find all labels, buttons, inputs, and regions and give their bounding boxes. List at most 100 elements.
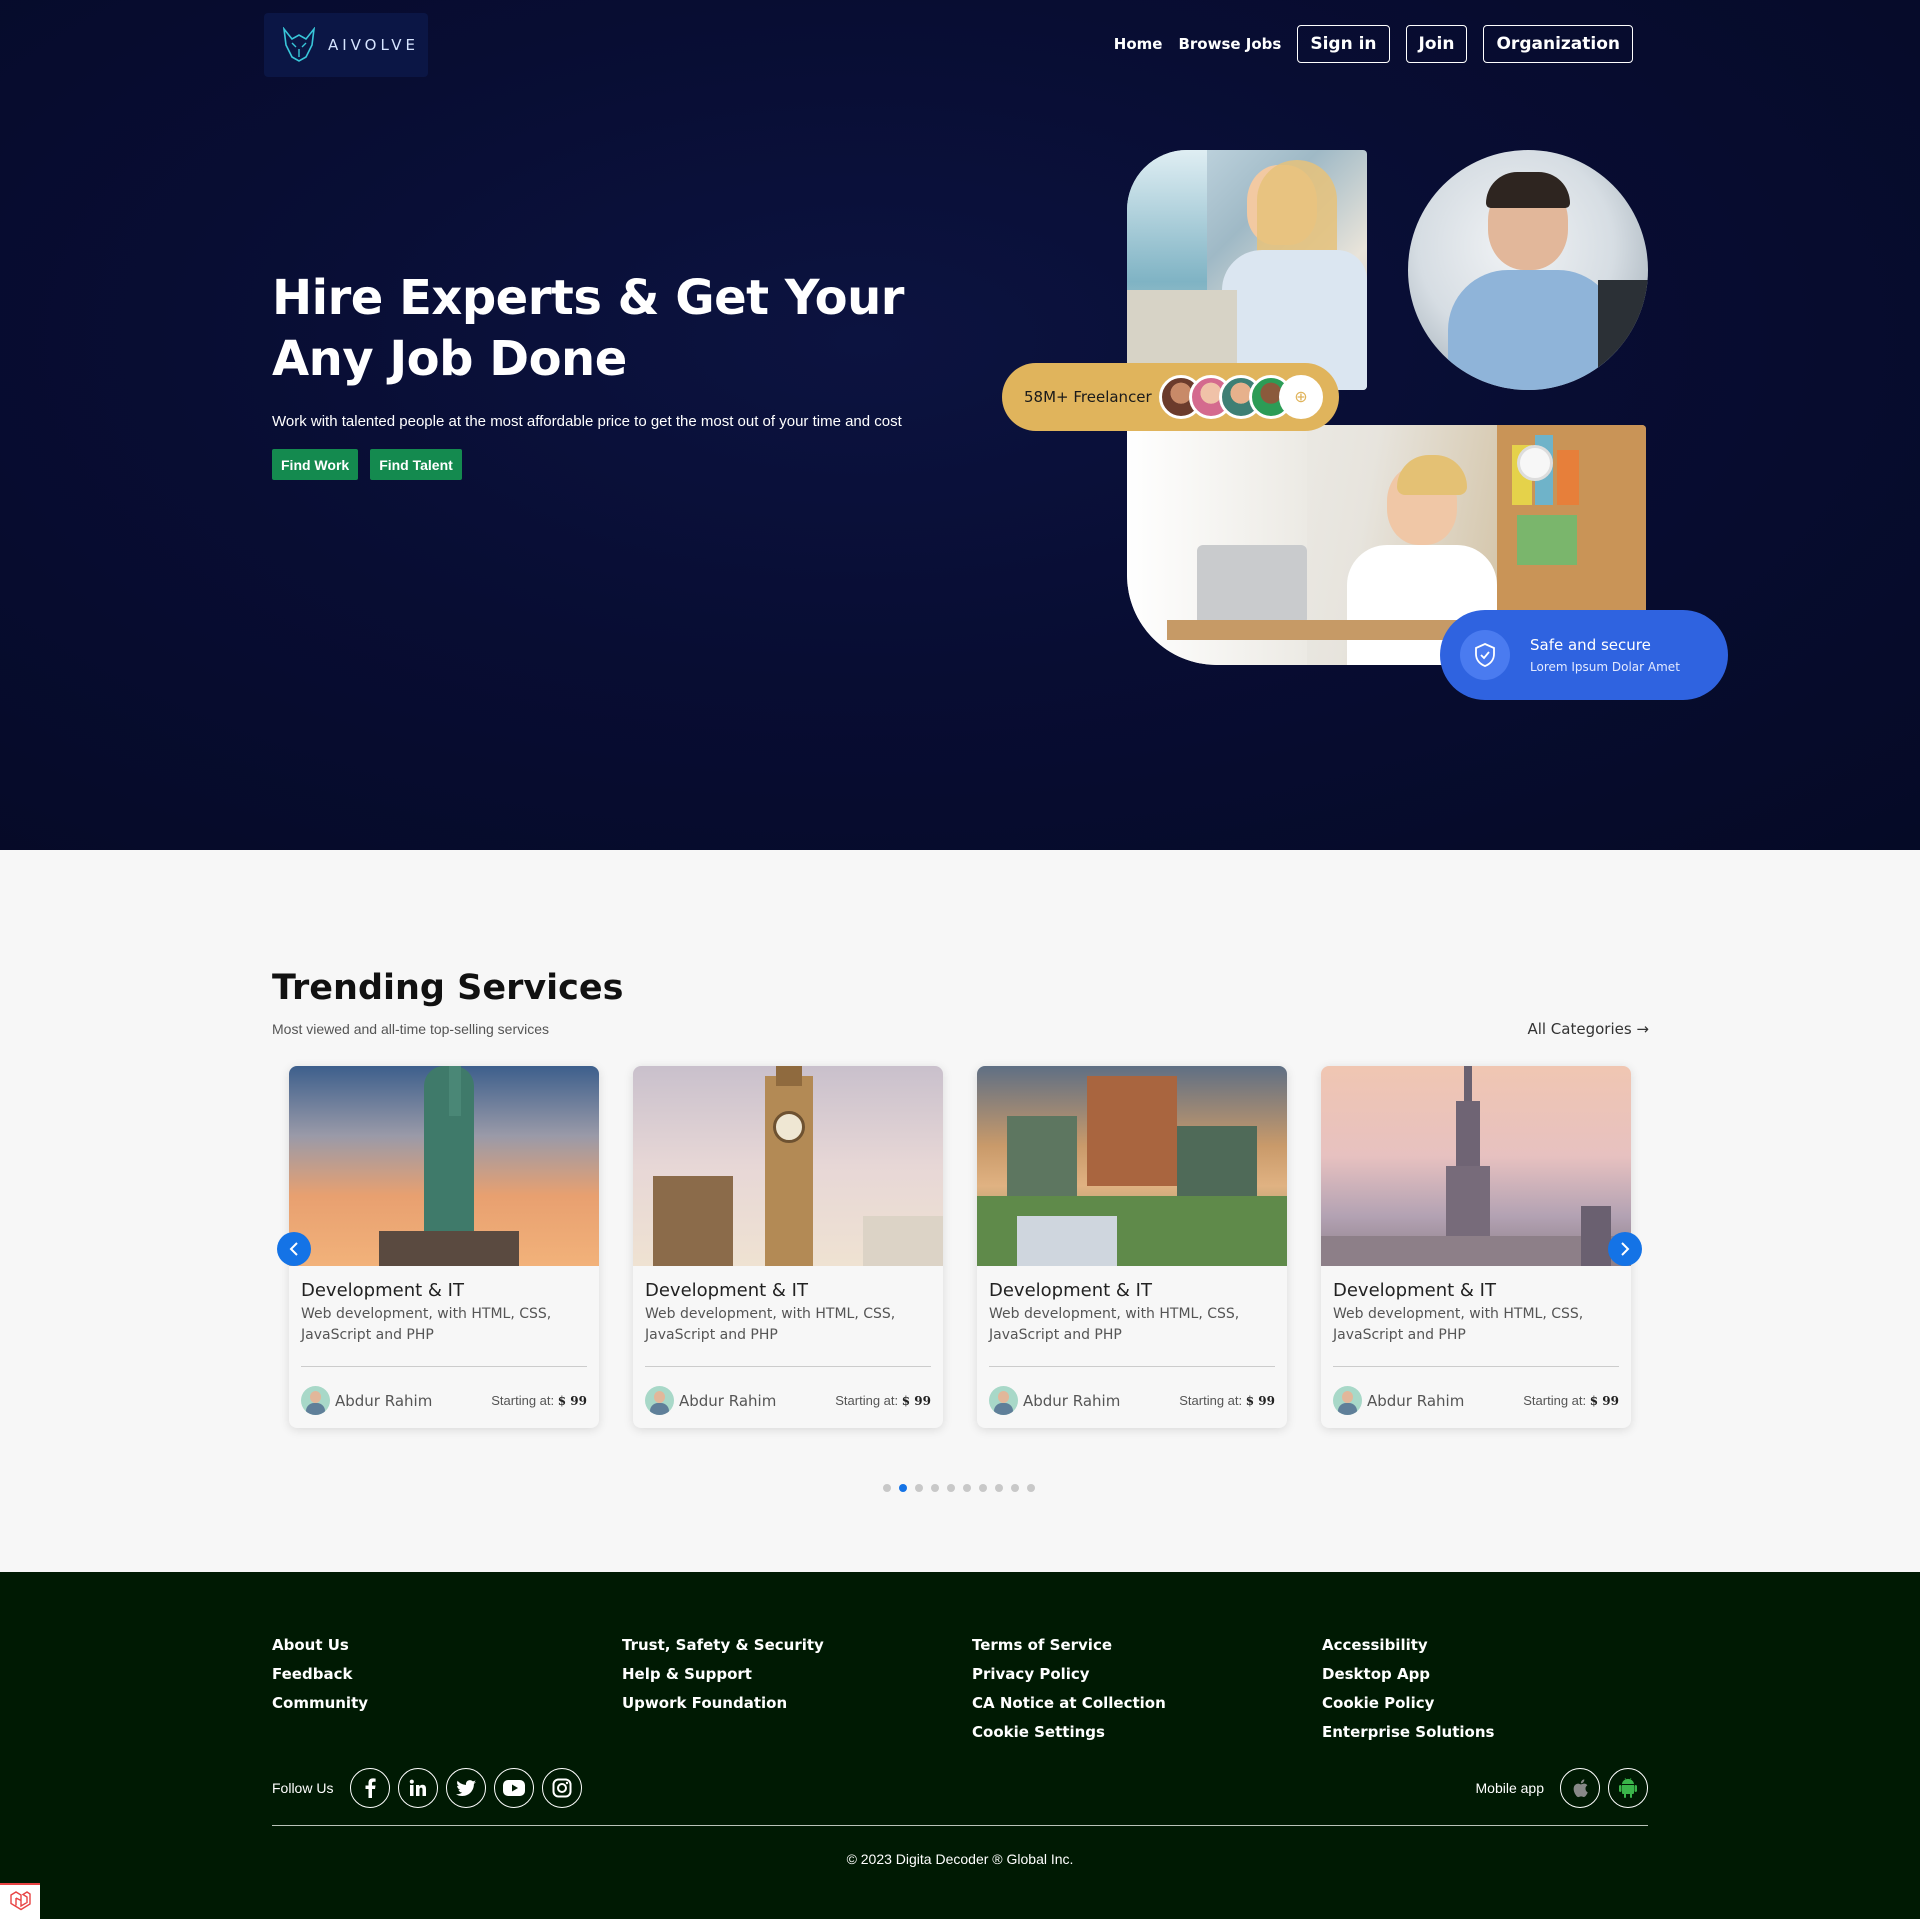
copyright: © 2023 Digita Decoder ® Global Inc. bbox=[846, 1851, 1074, 1867]
author-avatar bbox=[989, 1386, 1018, 1415]
price-label: Starting at: bbox=[491, 1393, 555, 1408]
footer-link-community[interactable]: Community bbox=[272, 1694, 368, 1712]
youtube-icon[interactable] bbox=[494, 1768, 535, 1808]
logo[interactable]: AIVOLVE bbox=[264, 13, 428, 77]
pagination-dot[interactable] bbox=[979, 1484, 987, 1492]
service-price: Starting at: $ 99 bbox=[491, 1393, 587, 1408]
footer-link-cookie-settings[interactable]: Cookie Settings bbox=[972, 1723, 1166, 1741]
android-icon[interactable] bbox=[1608, 1768, 1648, 1808]
pagination-dot[interactable] bbox=[963, 1484, 971, 1492]
service-title: Development & IT bbox=[301, 1280, 464, 1301]
price-label: Starting at: bbox=[835, 1393, 899, 1408]
facebook-icon[interactable] bbox=[350, 1768, 391, 1808]
chevron-right-icon bbox=[1621, 1242, 1630, 1256]
footer-column-4: Accessibility Desktop App Cookie Policy … bbox=[1322, 1636, 1494, 1741]
footer-link-ca-notice[interactable]: CA Notice at Collection bbox=[972, 1694, 1166, 1712]
price-label: Starting at: bbox=[1179, 1393, 1243, 1408]
pagination-dot[interactable] bbox=[1011, 1484, 1019, 1492]
freelancer-count-badge: 58M+ Freelancer ⊕ bbox=[1002, 363, 1339, 431]
carousel-prev-button[interactable] bbox=[277, 1232, 311, 1266]
footer-link-cookie-policy[interactable]: Cookie Policy bbox=[1322, 1694, 1494, 1712]
service-title: Development & IT bbox=[645, 1280, 808, 1301]
linkedin-icon[interactable] bbox=[398, 1768, 439, 1808]
twitter-icon[interactable] bbox=[446, 1768, 487, 1808]
footer-link-upwork-foundation[interactable]: Upwork Foundation bbox=[622, 1694, 824, 1712]
author-avatar bbox=[645, 1386, 674, 1415]
pagination-dot[interactable] bbox=[931, 1484, 939, 1492]
service-card[interactable]: Development & IT Web development, with H… bbox=[633, 1066, 943, 1428]
secure-subtitle: Lorem Ipsum Dolar Amet bbox=[1530, 660, 1680, 674]
service-image-big-ben bbox=[633, 1066, 943, 1266]
find-talent-button[interactable]: Find Talent bbox=[370, 449, 462, 480]
service-image-statue-of-liberty bbox=[289, 1066, 599, 1266]
nav-browse-jobs-link[interactable]: Browse Jobs bbox=[1178, 35, 1281, 53]
mobile-app: Mobile app bbox=[1475, 1768, 1648, 1808]
service-card[interactable]: Development & IT Web development, with H… bbox=[1321, 1066, 1631, 1428]
hero-photo-man-glasses bbox=[1408, 150, 1648, 390]
footer-link-help-support[interactable]: Help & Support bbox=[622, 1665, 824, 1683]
card-divider bbox=[301, 1366, 587, 1367]
add-freelancer-icon[interactable]: ⊕ bbox=[1279, 375, 1323, 419]
trending-title: Trending Services bbox=[272, 968, 624, 1008]
chevron-left-icon bbox=[289, 1242, 298, 1256]
service-author[interactable]: Abdur Rahim bbox=[645, 1386, 776, 1415]
card-divider bbox=[989, 1366, 1275, 1367]
service-description: Web development, with HTML, CSS, JavaScr… bbox=[645, 1306, 896, 1343]
find-work-button[interactable]: Find Work bbox=[272, 449, 359, 480]
hero-title: Hire Experts & Get Your Any Job Done bbox=[272, 270, 904, 387]
top-nav: Home Browse Jobs Sign in Join Organizati… bbox=[1114, 25, 1633, 63]
service-title: Development & IT bbox=[1333, 1280, 1496, 1301]
service-author[interactable]: Abdur Rahim bbox=[1333, 1386, 1464, 1415]
card-divider bbox=[1333, 1366, 1619, 1367]
mobile-app-label: Mobile app bbox=[1475, 1780, 1545, 1796]
safe-secure-card: Safe and secure Lorem Ipsum Dolar Amet bbox=[1440, 610, 1728, 700]
service-author[interactable]: Abdur Rahim bbox=[301, 1386, 432, 1415]
organization-button[interactable]: Organization bbox=[1483, 25, 1633, 63]
trending-subtitle: Most viewed and all-time top-selling ser… bbox=[272, 1021, 549, 1037]
service-title: Development & IT bbox=[989, 1280, 1152, 1301]
service-card[interactable]: Development & IT Web development, with H… bbox=[289, 1066, 599, 1428]
footer-column-1: About Us Feedback Community bbox=[272, 1636, 368, 1712]
hero-actions: Find Work Find Talent bbox=[272, 449, 462, 480]
pagination-dot[interactable] bbox=[1027, 1484, 1035, 1492]
footer-link-feedback[interactable]: Feedback bbox=[272, 1665, 368, 1683]
pagination-dot[interactable] bbox=[947, 1484, 955, 1492]
service-price: Starting at: $ 99 bbox=[1179, 1393, 1275, 1408]
footer-link-terms[interactable]: Terms of Service bbox=[972, 1636, 1166, 1654]
service-card[interactable]: Development & IT Web development, with H… bbox=[977, 1066, 1287, 1428]
laravel-icon[interactable] bbox=[0, 1883, 40, 1919]
nav-home-link[interactable]: Home bbox=[1114, 35, 1163, 53]
pagination-dot[interactable] bbox=[915, 1484, 923, 1492]
author-name: Abdur Rahim bbox=[679, 1391, 777, 1410]
price-value: $ 99 bbox=[1245, 1394, 1275, 1408]
footer-link-enterprise[interactable]: Enterprise Solutions bbox=[1322, 1723, 1494, 1741]
carousel-next-button[interactable] bbox=[1608, 1232, 1642, 1266]
footer-link-about-us[interactable]: About Us bbox=[272, 1636, 368, 1654]
pagination-dot[interactable] bbox=[883, 1484, 891, 1492]
all-categories-link[interactable]: All Categories → bbox=[1527, 1020, 1649, 1038]
footer-link-privacy[interactable]: Privacy Policy bbox=[972, 1665, 1166, 1683]
instagram-icon[interactable] bbox=[542, 1768, 583, 1808]
author-name: Abdur Rahim bbox=[1023, 1391, 1121, 1410]
sign-in-button[interactable]: Sign in bbox=[1297, 25, 1390, 63]
pagination-dot[interactable] bbox=[899, 1484, 907, 1492]
service-description: Web development, with HTML, CSS, JavaScr… bbox=[989, 1306, 1240, 1343]
apple-icon[interactable] bbox=[1560, 1768, 1600, 1808]
card-divider bbox=[645, 1366, 931, 1367]
service-price: Starting at: $ 99 bbox=[835, 1393, 931, 1408]
footer-link-desktop-app[interactable]: Desktop App bbox=[1322, 1665, 1494, 1683]
footer-link-trust-safety[interactable]: Trust, Safety & Security bbox=[622, 1636, 824, 1654]
service-description: Web development, with HTML, CSS, JavaScr… bbox=[1333, 1306, 1584, 1343]
price-value: $ 99 bbox=[1589, 1394, 1619, 1408]
hero-subtitle: Work with talented people at the most af… bbox=[272, 413, 902, 430]
freelancer-avatars: ⊕ bbox=[1159, 375, 1329, 419]
pagination-dot[interactable] bbox=[995, 1484, 1003, 1492]
join-button[interactable]: Join bbox=[1405, 25, 1468, 63]
footer-link-accessibility[interactable]: Accessibility bbox=[1322, 1636, 1494, 1654]
author-name: Abdur Rahim bbox=[1367, 1391, 1465, 1410]
service-price: Starting at: $ 99 bbox=[1523, 1393, 1619, 1408]
service-author[interactable]: Abdur Rahim bbox=[989, 1386, 1120, 1415]
logo-text: AIVOLVE bbox=[328, 36, 419, 54]
service-image-chateau-frontenac bbox=[977, 1066, 1287, 1266]
service-image-burj-khalifa bbox=[1321, 1066, 1631, 1266]
